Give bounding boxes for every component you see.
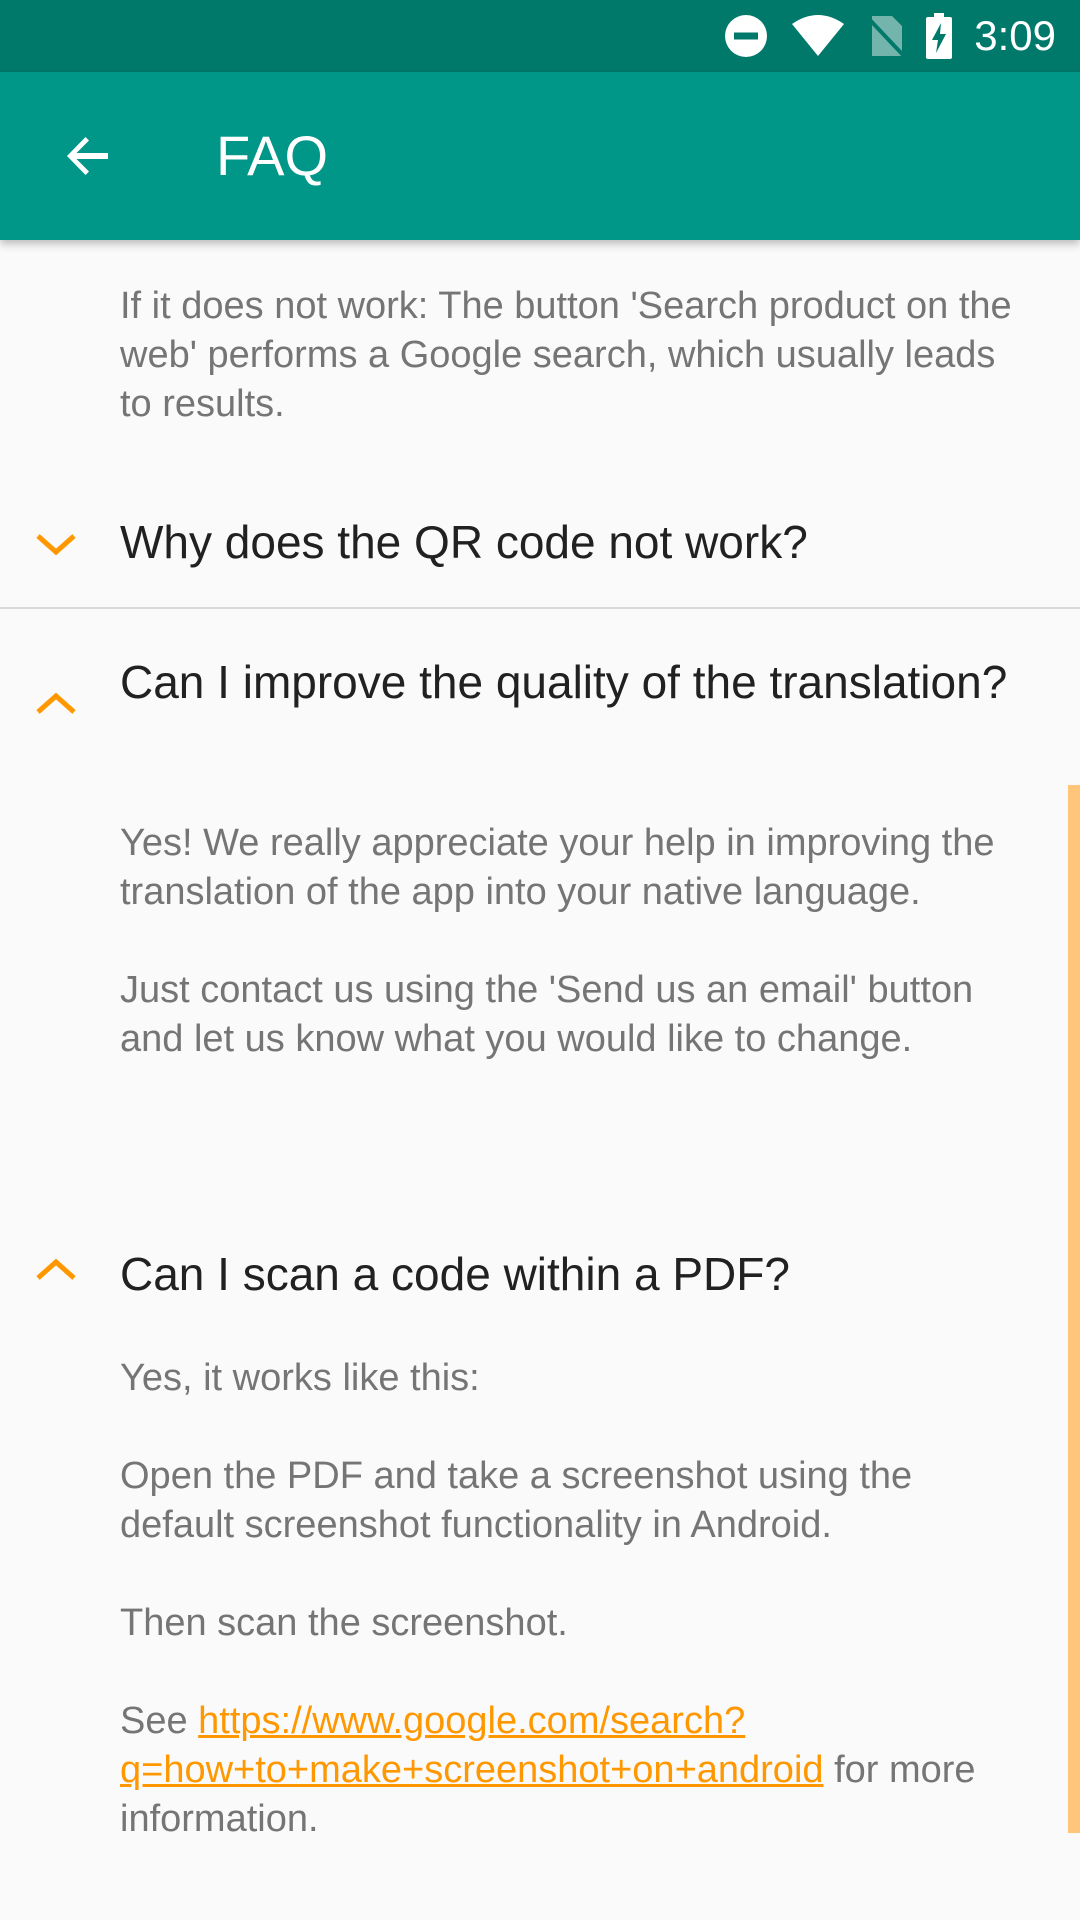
answer-paragraph: See https://www.google.com/search?q=how+… [120,1697,1030,1844]
faq-question[interactable]: Can I scan a code within a PDF? [120,1246,1020,1302]
chevron-up-icon[interactable] [34,690,78,718]
page-title: FAQ [216,124,329,187]
status-icons: 3:09 [724,0,1056,72]
chevron-up-icon[interactable] [34,1256,78,1284]
back-button[interactable] [40,108,136,204]
status-bar: 3:09 [0,0,1080,72]
faq-answer: If it does not work: The button 'Search … [120,282,1030,429]
scrollbar[interactable] [1068,785,1080,1833]
status-time: 3:09 [974,12,1056,59]
answer-text: See [120,1700,199,1742]
faq-question[interactable]: Why does the QR code not work? [120,514,1020,570]
battery-charging-icon [926,13,953,59]
answer-paragraph: Open the PDF and take a screenshot using… [120,1455,913,1546]
arrow-back-icon [67,137,108,175]
faq-list[interactable]: If it does not work: The button 'Search … [0,240,1080,1920]
answer-paragraph: Then scan the screenshot. [120,1602,568,1644]
no-sim-icon [868,16,905,58]
search-link[interactable]: https://www.google.com/search?q=how+to+m… [120,1700,824,1791]
app-bar: FAQ [0,72,1080,240]
divider [0,607,1080,609]
faq-question[interactable]: Can I improve the quality of the transla… [120,654,1020,710]
answer-paragraph: Yes! We really appreciate your help in i… [120,822,995,913]
wifi-icon [792,15,845,56]
chevron-down-icon[interactable] [34,530,78,558]
answer-paragraph: Just contact us using the 'Send us an em… [120,969,974,1060]
answer-paragraph: If it does not work: The button 'Search … [120,285,1012,425]
answer-paragraph: Yes, it works like this: [120,1357,480,1399]
faq-answer: Yes! We really appreciate your help in i… [120,819,1030,1064]
do-not-disturb-icon [725,15,768,57]
faq-answer: Yes, it works like this: Open the PDF an… [120,1354,1030,1844]
